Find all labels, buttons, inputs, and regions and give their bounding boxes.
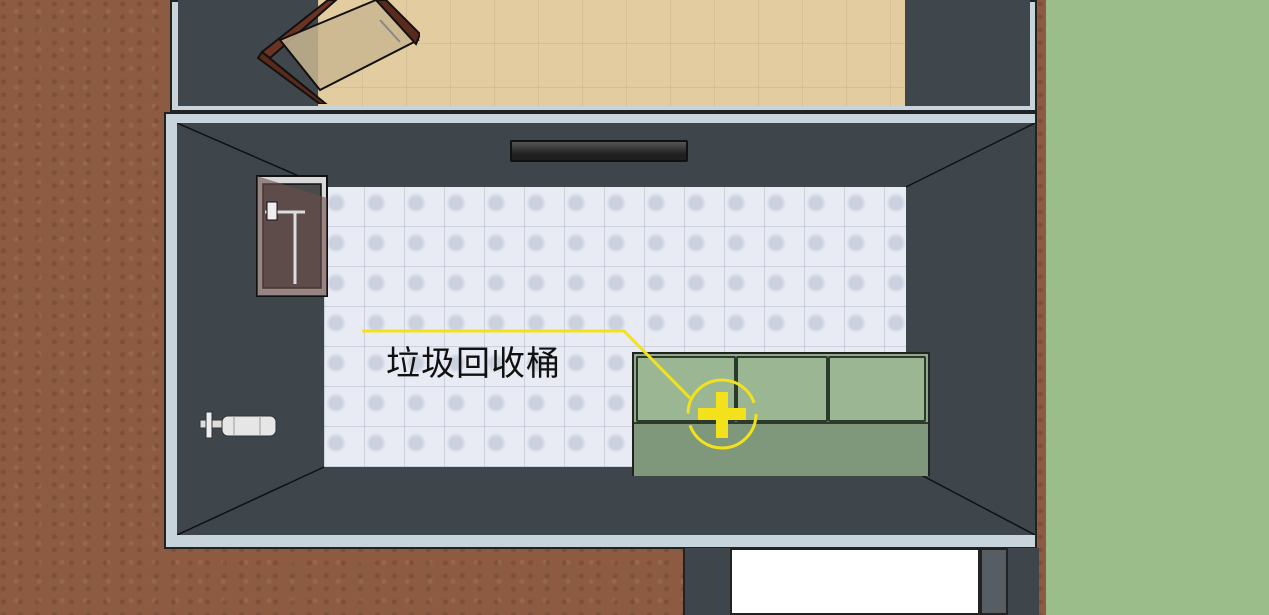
grass-area	[1046, 0, 1269, 615]
recycling-bin[interactable]	[632, 352, 930, 476]
wall-vent[interactable]	[510, 140, 688, 162]
door-frame	[980, 548, 1008, 615]
bin-lid-left[interactable]	[636, 356, 736, 422]
bin-lid-right[interactable]	[828, 356, 926, 422]
wall-cabinet[interactable]	[255, 172, 329, 298]
doorway[interactable]	[730, 548, 980, 615]
water-pipe[interactable]	[198, 410, 280, 440]
chair[interactable]	[250, 0, 420, 104]
annotation-label: 垃圾回收桶	[386, 344, 561, 384]
bin-lid-center[interactable]	[736, 356, 828, 422]
bin-front-panel	[634, 422, 928, 476]
